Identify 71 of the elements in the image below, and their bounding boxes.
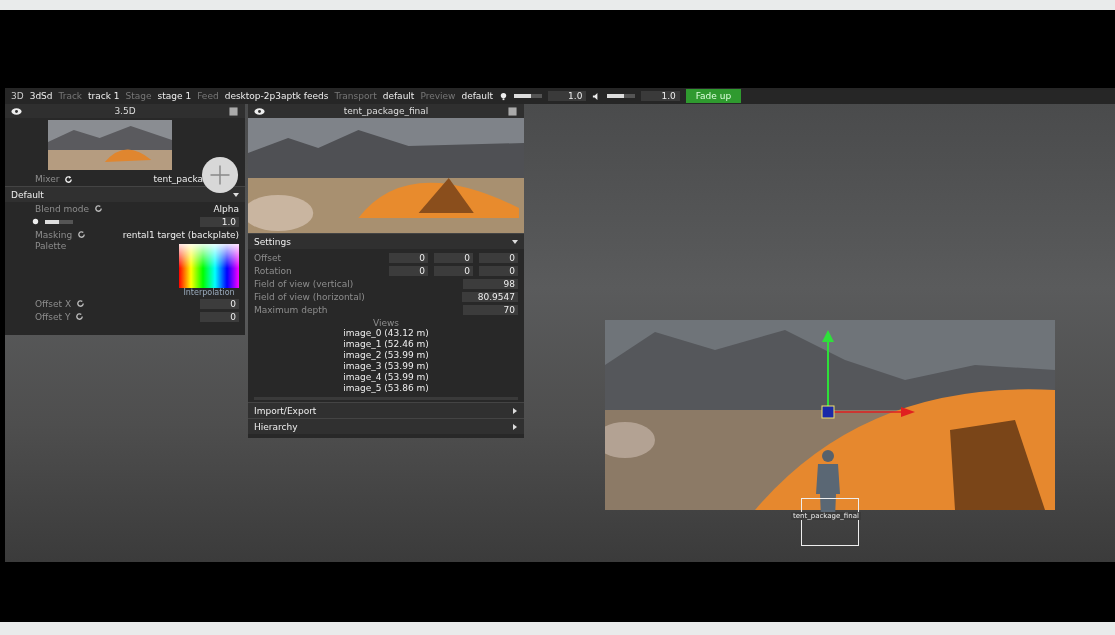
reset-icon[interactable] — [77, 230, 87, 239]
expand-arrow-icon[interactable] — [512, 407, 518, 414]
toolbar-label: Transport — [334, 91, 377, 101]
number-field[interactable]: 0 — [479, 265, 518, 276]
slider[interactable] — [45, 219, 73, 224]
panel-title: tent_package_final — [343, 106, 429, 116]
number-field[interactable]: 0 — [434, 252, 473, 263]
property-label: Offset Y — [35, 311, 71, 322]
mixer-label: Mixer — [35, 174, 60, 184]
view-list-item[interactable]: image_3 (53.99 m) — [343, 361, 429, 372]
move-handle-icon[interactable] — [201, 156, 239, 194]
number-field[interactable]: 1.0 — [200, 216, 239, 227]
number-field[interactable]: 0 — [479, 252, 518, 263]
slider[interactable] — [607, 94, 636, 98]
sun-icon — [31, 217, 40, 226]
collapse-arrow-icon[interactable] — [233, 191, 239, 198]
toolbar-label: Preview — [420, 91, 456, 101]
reset-icon[interactable] — [94, 204, 103, 213]
number-field[interactable]: 70 — [463, 304, 518, 315]
property-value[interactable]: rental1 target (backplate) — [122, 229, 239, 240]
property-label: Blend mode — [35, 203, 89, 214]
number-field[interactable]: 0 — [200, 311, 239, 322]
section-header[interactable]: Settings — [254, 236, 291, 247]
property-value[interactable]: Alpha — [213, 203, 239, 214]
section-header[interactable]: Default — [11, 189, 44, 200]
collapse-arrow-icon[interactable] — [512, 238, 518, 245]
property-label: Offset X — [35, 298, 72, 309]
view-list-item[interactable]: image_5 (53.86 m) — [343, 383, 429, 394]
view-list-item[interactable]: image_1 (52.46 m) — [343, 339, 429, 350]
property-label: Maximum depth — [254, 304, 328, 315]
number-field[interactable]: 0 — [200, 298, 239, 309]
toolbar-dropdown[interactable]: stage 1 — [157, 91, 192, 101]
toolbar-label: Track — [58, 91, 83, 101]
property-label: Palette — [35, 241, 67, 251]
eye-icon[interactable] — [254, 106, 265, 116]
panel-title: 3.5D — [114, 106, 136, 116]
color-picker[interactable] — [179, 244, 239, 288]
view-list-item[interactable]: image_4 (53.99 m) — [343, 372, 429, 383]
toolbar-label: Stage — [125, 91, 152, 101]
property-label: Masking — [35, 229, 73, 240]
number-field[interactable]: 0 — [389, 252, 428, 263]
slider-value-field[interactable]: 1.0 — [548, 91, 587, 101]
eye-icon[interactable] — [11, 106, 22, 116]
section-header[interactable]: Hierarchy — [254, 421, 298, 432]
number-field[interactable]: 80.9547 — [461, 291, 518, 302]
expand-arrow-icon[interactable] — [512, 423, 518, 430]
property-label: Rotation — [254, 265, 292, 276]
slider-value-field[interactable]: 1.0 — [641, 91, 680, 101]
number-field[interactable]: 98 — [463, 278, 518, 289]
toolbar-dropdown[interactable]: default — [382, 91, 415, 101]
property-label: Field of view (horizontal) — [254, 291, 365, 302]
layer-name: tent_packa — [153, 174, 203, 184]
app-label: 3dSd — [29, 91, 53, 101]
slider[interactable] — [514, 94, 543, 98]
property-label: Offset — [254, 252, 282, 263]
property-label: Field of view (vertical) — [254, 278, 354, 289]
toolbar-dropdown[interactable]: default — [461, 91, 494, 101]
section-header[interactable]: Import/Export — [254, 405, 317, 416]
view-list-item[interactable]: image_2 (53.99 m) — [343, 350, 429, 361]
number-field[interactable]: 0 — [434, 265, 473, 276]
number-field[interactable]: 0 — [389, 265, 428, 276]
view-list-item[interactable]: image_0 (43.12 m) — [343, 328, 429, 339]
toolbar-dropdown[interactable]: track 1 — [88, 91, 120, 101]
toolbar-label: Feed — [197, 91, 219, 101]
picture-icon[interactable] — [228, 106, 239, 116]
toolbar-dropdown[interactable]: desktop-2p3aptk feeds — [224, 91, 329, 101]
light-bulb-icon — [499, 91, 509, 101]
color-picker-caption: Interpolation — [183, 288, 235, 297]
list-heading: Views — [372, 318, 399, 328]
picture-icon[interactable] — [507, 106, 518, 116]
mode-label[interactable]: 3D — [11, 91, 24, 101]
